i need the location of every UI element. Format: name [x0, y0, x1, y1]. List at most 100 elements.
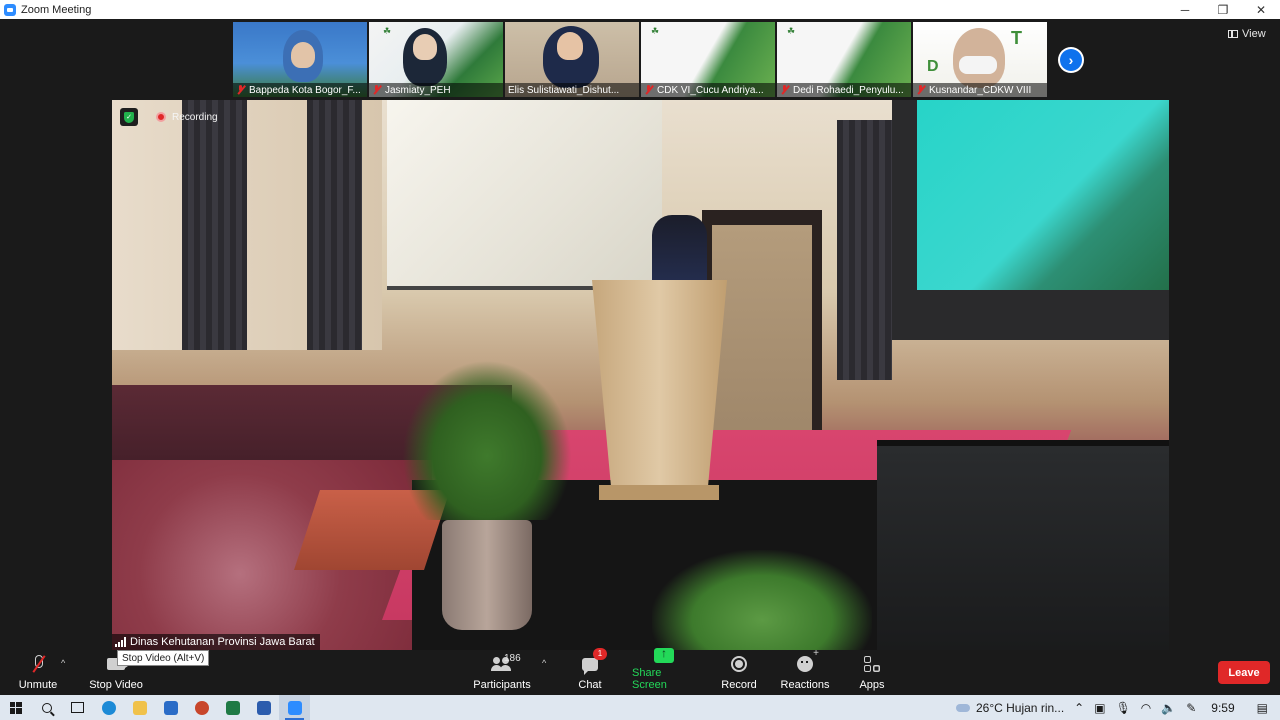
pen-icon: ✎	[1186, 700, 1197, 715]
tray-network-button[interactable]: ◠	[1136, 695, 1156, 720]
powerpoint-icon	[194, 700, 209, 715]
tray-microphone-button[interactable]: 🎙	[1111, 695, 1136, 720]
window-controls: ─ ❐ ✕	[1166, 0, 1280, 19]
participant-thumbnail[interactable]: Elis Sulistiawati_Dishut...	[505, 22, 639, 97]
video-projection-screen	[387, 100, 662, 290]
leave-button[interactable]: Leave	[1218, 661, 1270, 684]
view-label: View	[1242, 28, 1266, 40]
os-taskbar: 26°C Hujan rin... ⌃ ▣ 🎙 ◠ 🔈 ✎ 9:59 ▤	[0, 695, 1280, 720]
tray-overflow-button[interactable]: ⌃	[1069, 695, 1089, 720]
face-mask	[959, 56, 997, 74]
participant-face	[291, 42, 315, 68]
weather-widget[interactable]: 26°C Hujan rin...	[951, 695, 1069, 720]
participants-button[interactable]: 186 Participants	[473, 650, 531, 695]
thumbnail-namebar: Jasmiaty_PEH	[369, 83, 503, 97]
video-podium-base	[599, 485, 719, 500]
taskbar-search-button[interactable]	[31, 695, 62, 720]
video-monitor	[877, 440, 1169, 650]
taskbar-powerpoint[interactable]	[186, 695, 217, 720]
video-plant	[652, 550, 872, 650]
volume-icon: 🔈	[1161, 700, 1177, 715]
unmute-button[interactable]: Unmute	[18, 650, 58, 695]
zoom-app-icon	[4, 3, 16, 16]
excel-icon	[225, 700, 240, 715]
taskbar-excel[interactable]	[217, 695, 248, 720]
wifi-icon: ◠	[1140, 700, 1152, 715]
folder-icon	[132, 700, 147, 715]
video-door	[712, 225, 812, 435]
share-screen-button[interactable]: Share Screen	[632, 646, 696, 695]
start-button[interactable]	[0, 695, 31, 720]
minimize-button[interactable]: ─	[1166, 0, 1204, 19]
video-curtain	[182, 100, 247, 350]
mic-muted-icon	[644, 85, 653, 95]
participant-name: CDK VI_Cucu Andriya...	[657, 84, 764, 96]
tray-volume-button[interactable]: 🔈	[1156, 695, 1181, 720]
windows-logo-icon	[9, 701, 22, 714]
clock-time: 9:59	[1211, 700, 1235, 715]
taskbar-edge[interactable]	[93, 695, 124, 720]
close-button[interactable]: ✕	[1242, 0, 1280, 19]
tray-pen-button[interactable]: ✎	[1181, 695, 1201, 720]
video-curtain	[307, 100, 362, 350]
taskbar-file-explorer[interactable]	[124, 695, 155, 720]
search-icon	[41, 702, 52, 713]
record-label: Record	[721, 679, 757, 691]
share-screen-icon	[654, 646, 674, 663]
stop-video-tooltip: Stop Video (Alt+V)	[117, 650, 210, 666]
meeting-stage: Bappeda Kota Bogor_F... ☘ Jasmiaty_PEH E…	[0, 19, 1280, 650]
participants-options-caret-icon[interactable]: ^	[542, 658, 546, 668]
weather-cloud-icon	[955, 703, 970, 712]
dishut-logo-icon: ☘	[651, 26, 660, 36]
video-curtain	[837, 120, 892, 380]
unmute-label: Unmute	[18, 679, 58, 691]
tray-camera-button[interactable]: ▣	[1089, 695, 1110, 720]
taskbar-zoom[interactable]	[279, 695, 310, 720]
notification-icon: ▤	[1256, 700, 1268, 715]
thumbnail-namebar: Elis Sulistiawati_Dishut...	[505, 83, 639, 97]
participant-thumbnail[interactable]: ☘ CDK VI_Cucu Andriya...	[641, 22, 775, 97]
participant-face	[557, 32, 583, 60]
restore-button[interactable]: ❐	[1204, 0, 1242, 19]
active-speaker-video[interactable]: ✓ Recording Dinas Kehutanan Provinsi Jaw…	[112, 100, 1169, 650]
reactions-smiley-icon	[797, 648, 819, 672]
tray-clock[interactable]: 9:59	[1201, 695, 1244, 720]
chat-button[interactable]: 1 Chat	[574, 648, 607, 695]
participant-thumbnail[interactable]: ☘ Jasmiaty_PEH	[369, 22, 503, 97]
participant-thumbnail[interactable]: D T Kusnandar_CDKW VIII	[913, 22, 1047, 97]
reactions-button[interactable]: Reactions	[780, 648, 830, 695]
participant-thumbnail[interactable]: Bappeda Kota Bogor_F...	[233, 22, 367, 97]
record-button[interactable]: Record	[720, 650, 758, 695]
speaker-namebar: Dinas Kehutanan Provinsi Jawa Barat	[112, 634, 320, 650]
task-view-button[interactable]	[62, 695, 93, 720]
dishut-logo-icon: ☘	[787, 26, 796, 36]
recording-dot-icon	[156, 112, 166, 122]
edge-browser-icon	[101, 700, 116, 715]
camera-tray-icon: ▣	[1094, 700, 1106, 715]
speaker-name: Dinas Kehutanan Provinsi Jawa Barat	[130, 636, 315, 648]
participant-thumbnail-strip: Bappeda Kota Bogor_F... ☘ Jasmiaty_PEH E…	[233, 22, 1047, 97]
apps-icon	[864, 656, 880, 672]
notifications-button[interactable]: ▤	[1245, 695, 1280, 720]
microphone-muted-icon	[31, 654, 45, 674]
tower-logo-icon: T	[1011, 28, 1022, 48]
chevron-right-icon: ›	[1060, 49, 1082, 71]
video-plant	[402, 360, 572, 520]
taskbar-word[interactable]	[248, 695, 279, 720]
encryption-shield-icon[interactable]: ✓	[120, 108, 138, 126]
audio-options-caret-icon[interactable]: ^	[61, 658, 65, 668]
chevron-up-icon: ⌃	[1074, 700, 1085, 715]
stop-video-label: Stop Video	[89, 679, 143, 691]
thumbnail-namebar: Dedi Rohaedi_Penyulu...	[777, 83, 911, 97]
next-thumbnails-button[interactable]: ›	[1058, 47, 1084, 73]
apps-button[interactable]: Apps	[858, 650, 886, 695]
participant-count: 186	[504, 653, 521, 664]
participant-face	[413, 34, 437, 60]
participant-name: Kusnandar_CDKW VIII	[929, 84, 1032, 96]
zoom-icon	[287, 700, 302, 715]
microphone-tray-icon: 🎙	[1115, 700, 1131, 715]
participant-thumbnail[interactable]: ☘ Dedi Rohaedi_Penyulu...	[777, 22, 911, 97]
taskbar-mail[interactable]	[155, 695, 186, 720]
thumbnail-namebar: Kusnandar_CDKW VIII	[913, 83, 1047, 97]
view-button[interactable]: View	[1228, 26, 1266, 42]
